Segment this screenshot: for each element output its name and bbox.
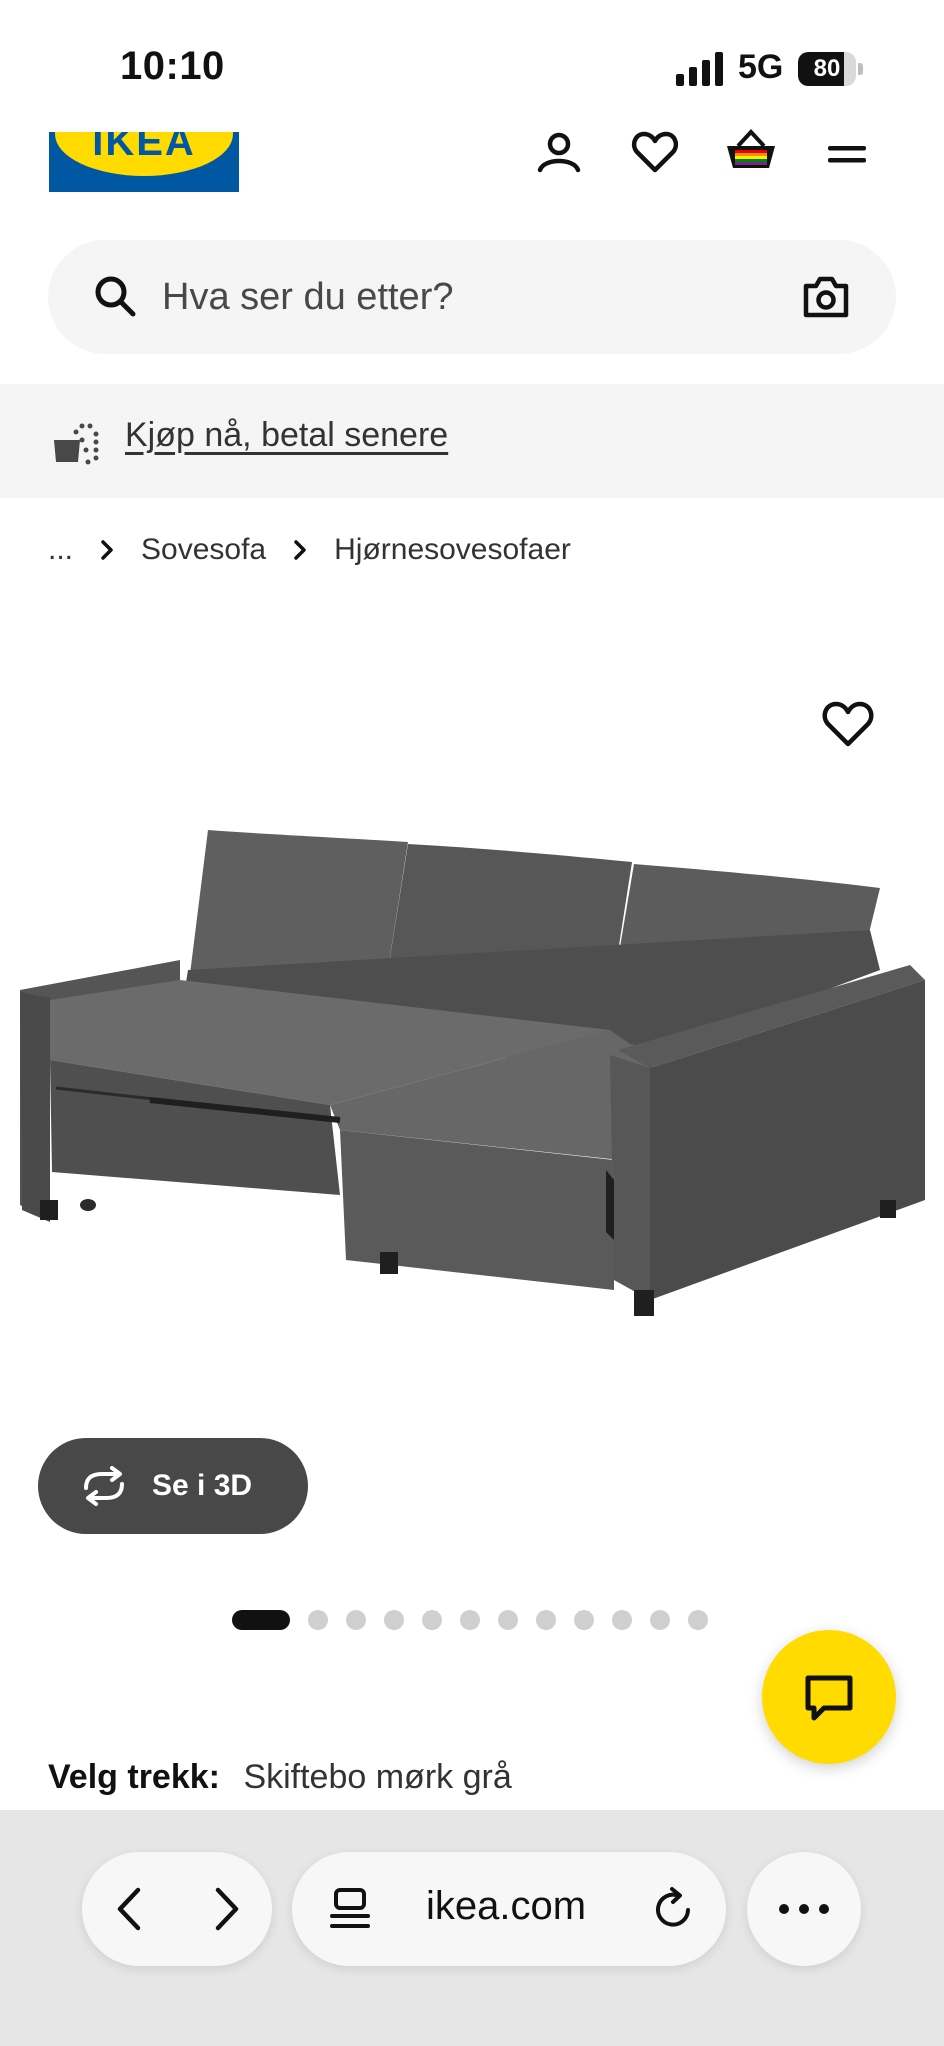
network-type: 5G: [738, 48, 784, 86]
shopping-bag-icon: [54, 423, 99, 465]
view-in-3d-label: Se i 3D: [152, 1469, 253, 1502]
carousel-dot[interactable]: [422, 1610, 442, 1630]
battery-icon: 80: [798, 52, 864, 86]
carousel-dot[interactable]: [460, 1610, 480, 1630]
chevron-right-icon: [280, 530, 320, 570]
carousel-dot[interactable]: [536, 1610, 556, 1630]
buy-now-pay-later-link[interactable]: Kjøp nå, betal senere: [125, 416, 448, 455]
more-dots-icon: [779, 1904, 829, 1914]
status-time: 10:10: [120, 44, 225, 88]
menu-icon[interactable]: [820, 126, 874, 180]
carousel-dot[interactable]: [612, 1610, 632, 1630]
camera-icon[interactable]: [802, 274, 850, 320]
carousel-dot[interactable]: [498, 1610, 518, 1630]
cover-label: Velg trekk:: [48, 1758, 220, 1796]
ikea-logo[interactable]: IKEA: [49, 132, 239, 192]
carousel-dot[interactable]: [346, 1610, 366, 1630]
address-bar[interactable]: ikea.com: [292, 1852, 726, 1966]
breadcrumb-item-sovesofa[interactable]: Sovesofa: [141, 533, 266, 567]
browser-nav-group: [82, 1852, 272, 1966]
breadcrumb-item-ellipsis[interactable]: ...: [48, 533, 73, 567]
corner-sofa-bed-image: [20, 830, 925, 1316]
browser-toolbar: ikea.com: [0, 1810, 944, 2046]
more-options-button[interactable]: [747, 1852, 861, 1966]
search-input[interactable]: [162, 262, 722, 332]
carousel-dot[interactable]: [384, 1610, 404, 1630]
carousel-dot[interactable]: [688, 1610, 708, 1630]
battery-percent: 80: [813, 55, 841, 82]
cover-selection[interactable]: Velg trekk: Skiftebo mørk grå: [48, 1758, 512, 1797]
carousel-dot[interactable]: [232, 1610, 290, 1630]
breadcrumb-item-hjornesovesofaer[interactable]: Hjørnesovesofaer: [334, 533, 571, 567]
promo-bar: Kjøp nå, betal senere: [0, 384, 944, 498]
account-icon[interactable]: [532, 126, 586, 180]
breadcrumb: ... Sovesofa Hjørnesovesofaer: [48, 530, 571, 570]
carousel-dots: [232, 1609, 726, 1631]
shopping-basket-icon[interactable]: [724, 126, 778, 180]
favourite-heart-icon[interactable]: [818, 694, 878, 754]
view-in-3d-button[interactable]: Se i 3D: [38, 1438, 308, 1534]
chat-icon: [805, 1675, 853, 1721]
heart-icon[interactable]: [628, 126, 682, 180]
forward-arrow-icon[interactable]: [200, 1882, 254, 1936]
chevron-right-icon: [87, 530, 127, 570]
carousel-dot[interactable]: [308, 1610, 328, 1630]
chat-button[interactable]: [762, 1630, 896, 1764]
cover-value: Skiftebo mørk grå: [243, 1758, 512, 1796]
reload-icon[interactable]: [650, 1886, 696, 1932]
back-arrow-icon[interactable]: [104, 1882, 158, 1936]
search-icon: [95, 276, 136, 317]
status-bar: 10:10 5G 80: [0, 0, 944, 130]
rotate-3d-icon: [84, 1466, 124, 1506]
page-menu-icon[interactable]: [328, 1886, 372, 1932]
logo-text: IKEA: [92, 132, 196, 164]
search-bar[interactable]: [48, 240, 896, 354]
carousel-dot[interactable]: [650, 1610, 670, 1630]
url-text: ikea.com: [426, 1884, 587, 1928]
product-image-carousel[interactable]: Se i 3D: [0, 600, 944, 1640]
carousel-dot[interactable]: [574, 1610, 594, 1630]
cellular-signal-icon: [676, 52, 723, 86]
